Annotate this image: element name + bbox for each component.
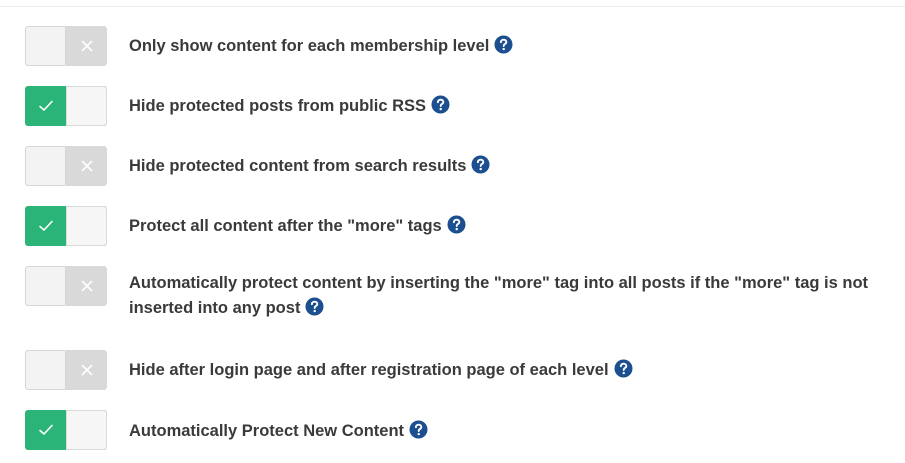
x-icon: [66, 350, 107, 390]
check-icon: [25, 206, 66, 246]
toggle-knob[interactable]: [25, 146, 66, 186]
x-icon: [66, 26, 107, 66]
toggle-knob[interactable]: [66, 410, 107, 450]
question-circle-icon[interactable]: [494, 35, 513, 54]
x-icon: [66, 146, 107, 186]
check-icon: [25, 86, 66, 126]
setting-label-text: Protect all content after the "more" tag…: [129, 217, 442, 235]
question-circle-icon[interactable]: [409, 420, 428, 439]
setting-label-text: Automatically protect content by inserti…: [129, 274, 869, 317]
question-circle-icon[interactable]: [305, 297, 324, 316]
question-circle-icon[interactable]: [447, 215, 466, 234]
setting-label-text: Hide protected content from search resul…: [129, 157, 467, 175]
toggle-switch[interactable]: [25, 146, 107, 186]
setting-label-text: Automatically Protect New Content: [129, 422, 405, 440]
toggle-knob[interactable]: [66, 86, 107, 126]
toggle-knob[interactable]: [66, 206, 107, 246]
toggle-switch[interactable]: [25, 206, 107, 246]
check-icon: [25, 410, 66, 450]
setting-label-text: Hide protected posts from public RSS: [129, 97, 427, 115]
toggle-switch[interactable]: [25, 26, 107, 66]
toggle-switch[interactable]: [25, 266, 107, 306]
question-circle-icon[interactable]: [431, 95, 450, 114]
toggle-knob[interactable]: [25, 266, 66, 306]
setting-label: Only show content for each membership le…: [129, 34, 899, 59]
toggle-switch[interactable]: [25, 86, 107, 126]
setting-label: Hide protected content from search resul…: [129, 154, 899, 179]
setting-label-text: Hide after login page and after registra…: [129, 361, 609, 379]
x-icon: [66, 266, 107, 306]
toggle-switch[interactable]: [25, 410, 107, 450]
setting-label: Automatically Protect New Content: [129, 419, 899, 444]
setting-label: Hide after login page and after registra…: [129, 358, 899, 383]
toggle-knob[interactable]: [25, 350, 66, 390]
question-circle-icon[interactable]: [614, 359, 633, 378]
toggle-knob[interactable]: [25, 26, 66, 66]
settings-panel: Only show content for each membership le…: [0, 0, 905, 463]
toggle-switch[interactable]: [25, 350, 107, 390]
question-circle-icon[interactable]: [471, 155, 490, 174]
setting-label: Automatically protect content by inserti…: [129, 271, 899, 321]
setting-label: Protect all content after the "more" tag…: [129, 214, 899, 239]
setting-label: Hide protected posts from public RSS: [129, 94, 899, 119]
setting-label-text: Only show content for each membership le…: [129, 37, 490, 55]
settings-list: Only show content for each membership le…: [0, 0, 905, 463]
